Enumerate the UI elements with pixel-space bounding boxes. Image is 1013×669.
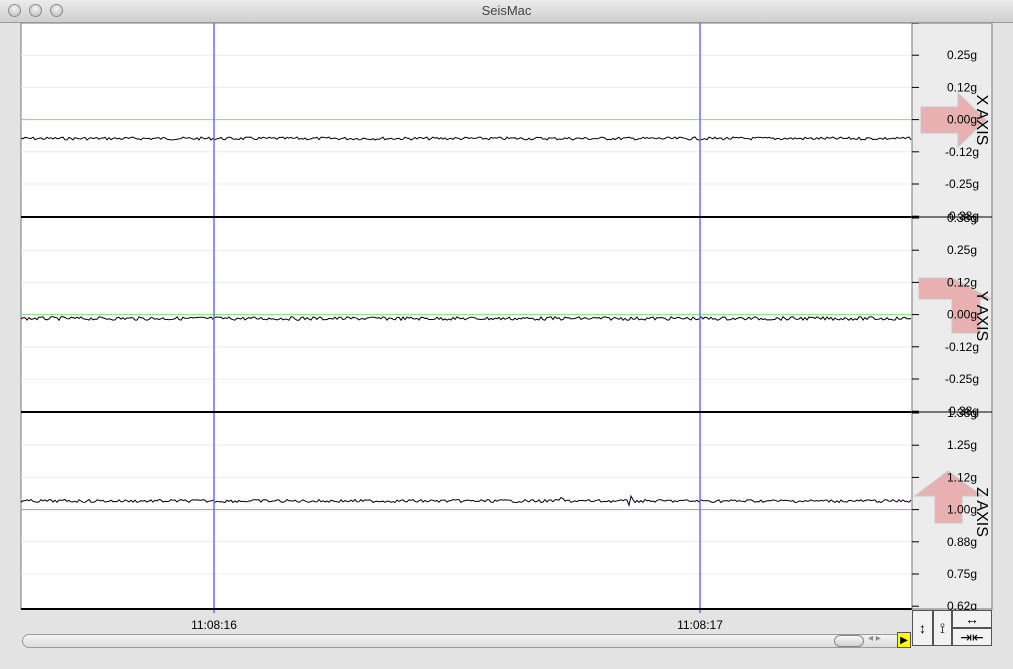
vertical-compress-icon: ⟟ <box>939 619 946 636</box>
tick-label: 0.38g <box>947 211 977 225</box>
channel-y-name: Y AXIS <box>973 290 990 342</box>
horizontal-expand-button[interactable]: ↔ <box>952 610 992 628</box>
channel-x-name: X AXIS <box>973 94 990 146</box>
tick-label: -0.25g <box>945 177 979 191</box>
horizontal-scrollbar[interactable]: ◂ ▸ <box>22 633 902 648</box>
scrollbar-thumb[interactable] <box>834 635 864 647</box>
play-forward-icon: ▶ <box>900 634 908 646</box>
vertical-compress-button[interactable]: ⟟ <box>933 610 952 646</box>
play-forward-button[interactable]: ▶ <box>897 632 911 648</box>
scrollbar-track[interactable] <box>22 634 902 648</box>
channel-z-name: Z AXIS <box>973 487 990 537</box>
window-content: 0.25g 0.12g 0.00g -0.12g -0.25g -0.38g 0.38g 0.… <box>0 23 1013 669</box>
time-label: 11:08:17 <box>677 618 723 632</box>
tick-label: 1.38g <box>947 406 977 420</box>
time-label: 11:08:16 <box>191 618 237 632</box>
tick-label: 1.25g <box>947 438 977 452</box>
tick-label: 0.25g <box>947 48 977 62</box>
tick-label: -0.25g <box>945 372 979 386</box>
vertical-arrows-icon: ↕ <box>919 620 926 636</box>
horizontal-compress-button[interactable]: ⇥⇤ <box>952 628 992 646</box>
tick-label: 0.75g <box>947 567 977 581</box>
tick-label: 0.25g <box>947 243 977 257</box>
plot-area <box>20 23 913 610</box>
horizontal-arrows-icon: ↔ <box>965 611 979 627</box>
seismograph-plot: 0.25g0.12g0.00g-0.12g-0.25g-0.38g0.38g0.… <box>20 23 993 613</box>
window-title: SeisMac <box>481 3 532 18</box>
horizontal-compress-icon: ⇥⇤ <box>960 628 984 645</box>
scroll-arrows-icon[interactable]: ◂ ▸ <box>868 633 881 644</box>
vertical-zoom-button[interactable]: ↕ <box>912 610 933 646</box>
title-bar: SeisMac <box>0 0 1013 23</box>
